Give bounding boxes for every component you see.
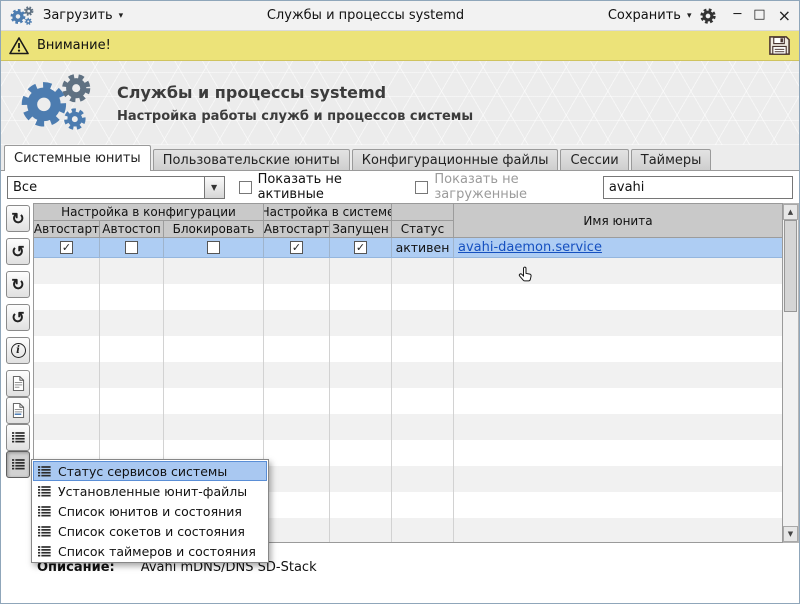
gears-logo-icon xyxy=(17,72,95,134)
view-unit-file-icon[interactable] xyxy=(6,370,30,397)
list-icon xyxy=(38,546,51,557)
warning-label: Внимание! xyxy=(37,38,111,53)
minimize-button[interactable]: ─ xyxy=(733,8,741,24)
window-title: Службы и процессы systemd xyxy=(131,8,600,23)
maximize-button[interactable]: □ xyxy=(753,8,765,24)
refresh-icon[interactable]: ↻ xyxy=(6,205,30,232)
menu-item-timers-and-states[interactable]: Список таймеров и состояния xyxy=(33,541,267,561)
warning-bar: Внимание! xyxy=(1,31,799,61)
tab-timers[interactable]: Таймеры xyxy=(631,149,712,170)
unit-filter-dropdown[interactable]: Все ▼ xyxy=(7,176,225,199)
dropdown-value: Все xyxy=(8,180,204,195)
tab-user-units[interactable]: Пользовательские юниты xyxy=(153,149,350,170)
undo-icon[interactable]: ↺ xyxy=(6,304,30,331)
checkbox-box[interactable] xyxy=(415,181,428,194)
scroll-thumb[interactable] xyxy=(784,220,797,312)
column-header-autostop[interactable]: Автостоп xyxy=(100,221,164,238)
search-input[interactable] xyxy=(603,176,793,199)
table-empty-row xyxy=(34,414,782,440)
hero-subtitle: Настройка работы служб и процессов систе… xyxy=(117,109,473,124)
table-empty-row xyxy=(34,336,782,362)
column-header-running[interactable]: Запущен xyxy=(330,221,392,238)
list-icon xyxy=(38,486,51,497)
column-header-autostart-config[interactable]: Автостарт xyxy=(34,221,100,238)
load-button[interactable]: Загрузить ▾ xyxy=(43,8,123,23)
table-row-selected[interactable]: ✓ ✓ ✓ активен avahi-daemon.service xyxy=(34,238,782,258)
table-empty-row xyxy=(34,258,782,284)
show-unloaded-checkbox[interactable]: Показать не загруженные xyxy=(415,172,603,202)
menu-item-installed-unit-files[interactable]: Установленные юнит-файлы xyxy=(33,481,267,501)
list-icon xyxy=(38,466,51,477)
restart-unit-icon[interactable]: ↺ xyxy=(6,238,30,265)
close-button[interactable]: × xyxy=(778,8,791,24)
filter-row: Все ▼ Показать не активные Показать не з… xyxy=(1,171,799,203)
table-empty-row xyxy=(34,310,782,336)
unit-info-icon[interactable]: i xyxy=(6,337,30,364)
caret-down-icon: ▾ xyxy=(119,11,124,21)
checkbox-running[interactable]: ✓ xyxy=(354,241,367,254)
settings-gear-icon[interactable] xyxy=(699,7,717,25)
status-badge: активен xyxy=(392,238,454,257)
list-icon xyxy=(38,526,51,537)
load-button-label: Загрузить xyxy=(43,8,113,23)
menu-item-units-and-states[interactable]: Список юнитов и состояния xyxy=(33,501,267,521)
column-header-block[interactable]: Блокировать xyxy=(164,221,264,238)
column-group-system: Настройка в системе xyxy=(264,204,392,221)
checkbox-autostart-config[interactable]: ✓ xyxy=(60,241,73,254)
column-group-config: Настройка в конфигурации xyxy=(34,204,264,221)
column-header-status[interactable]: Статус xyxy=(392,221,454,238)
save-button[interactable]: Сохранить ▾ xyxy=(608,8,692,23)
warning-triangle-icon xyxy=(9,36,29,55)
scroll-up-icon[interactable]: ▲ xyxy=(783,204,798,220)
hero-banner: Службы и процессы systemd Настройка рабо… xyxy=(1,61,799,145)
tab-sessions[interactable]: Сессии xyxy=(560,149,628,170)
chevron-down-icon[interactable]: ▼ xyxy=(204,177,224,198)
checkbox-label: Показать не загруженные xyxy=(434,172,603,202)
checkbox-box[interactable] xyxy=(239,181,252,194)
caret-down-icon: ▾ xyxy=(687,11,692,21)
list-icon xyxy=(38,506,51,517)
scroll-down-icon[interactable]: ▼ xyxy=(783,526,798,542)
unit-list-icon[interactable] xyxy=(6,424,30,451)
window-controls: ─ □ × xyxy=(733,8,791,24)
column-header-unit-name[interactable]: Имя юнита xyxy=(454,204,782,238)
hero-title: Службы и процессы systemd xyxy=(117,83,473,102)
app-icon xyxy=(9,5,35,27)
list-context-menu: Статус сервисов системы Установленные юн… xyxy=(31,459,269,563)
reload-unit-icon[interactable]: ↻ xyxy=(6,271,30,298)
checkbox-block[interactable] xyxy=(207,241,220,254)
save-button-label: Сохранить xyxy=(608,8,681,23)
vertical-scrollbar[interactable]: ▲ ▼ xyxy=(783,203,799,543)
table-empty-row xyxy=(34,284,782,310)
menu-item-sockets-and-states[interactable]: Список сокетов и состояния xyxy=(33,521,267,541)
view-unit-log-icon[interactable] xyxy=(6,397,30,424)
app-window: Загрузить ▾ Службы и процессы systemd Со… xyxy=(0,0,800,604)
table-header: Настройка в конфигурации Настройка в сис… xyxy=(34,204,782,238)
table-empty-row xyxy=(34,362,782,388)
tab-system-units[interactable]: Системные юниты xyxy=(4,145,151,171)
side-toolbar: ↻ ↺ ↻ ↺ i xyxy=(3,203,33,543)
checkbox-autostop[interactable] xyxy=(125,241,138,254)
tab-bar: Системные юниты Пользовательские юниты К… xyxy=(1,145,799,170)
table-empty-row xyxy=(34,388,782,414)
unit-name-link[interactable]: avahi-daemon.service xyxy=(458,240,602,255)
checkbox-label: Показать не активные xyxy=(258,172,402,202)
menu-item-services-status[interactable]: Статус сервисов системы xyxy=(33,461,267,481)
hand-cursor-icon xyxy=(516,265,536,285)
titlebar: Загрузить ▾ Службы и процессы systemd Со… xyxy=(1,1,799,31)
column-group-empty xyxy=(392,204,454,221)
column-header-autostart-system[interactable]: Автостарт xyxy=(264,221,330,238)
checkbox-autostart-system[interactable]: ✓ xyxy=(290,241,303,254)
scroll-track[interactable] xyxy=(783,312,798,526)
tab-config-files[interactable]: Конфигурационные файлы xyxy=(352,149,559,170)
unit-list-menu-icon[interactable] xyxy=(6,451,30,478)
save-file-icon[interactable] xyxy=(768,34,791,57)
show-inactive-checkbox[interactable]: Показать не активные xyxy=(239,172,402,202)
